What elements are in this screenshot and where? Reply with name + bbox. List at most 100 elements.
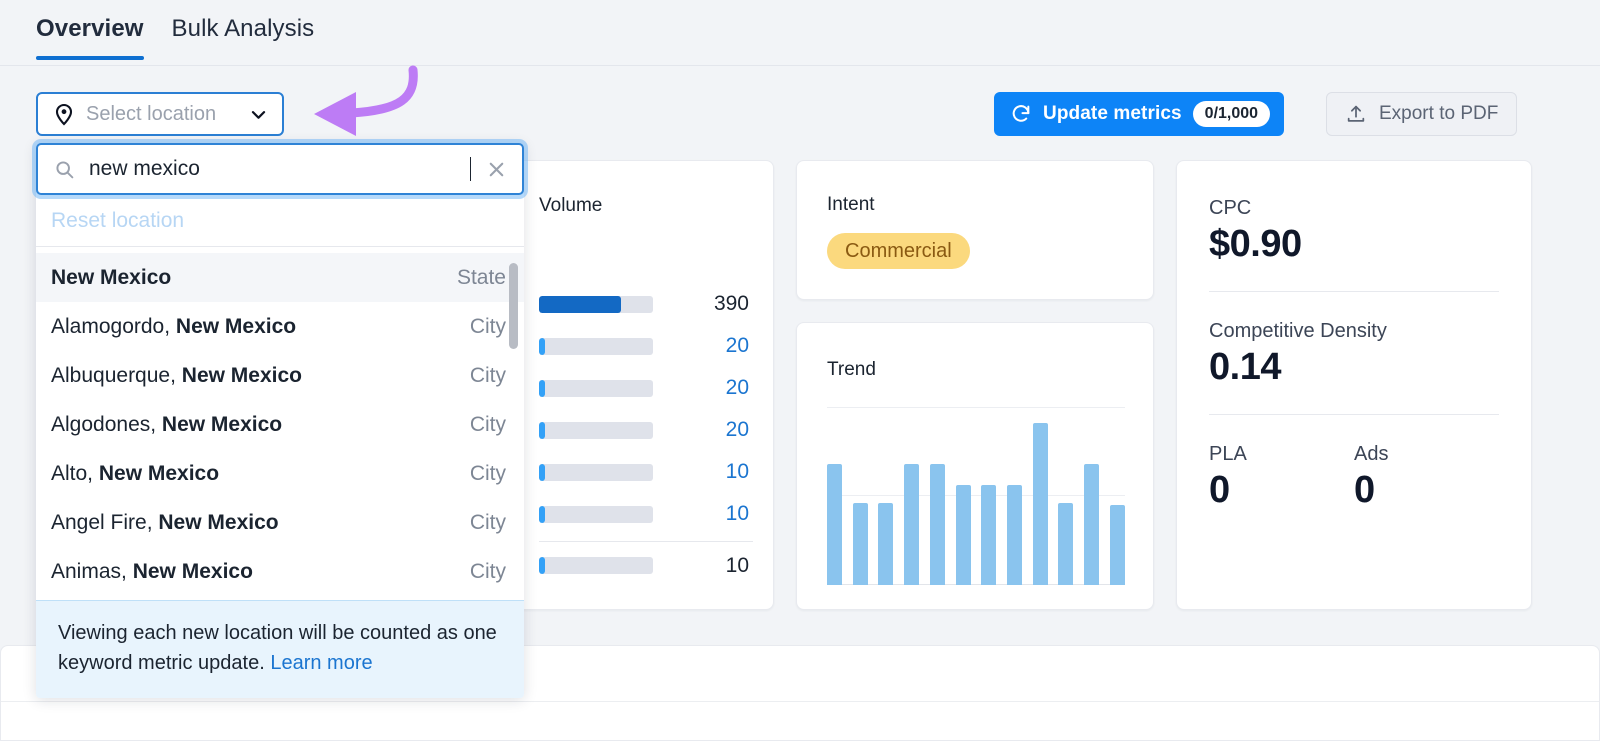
location-search-input[interactable] [89,157,467,181]
intent-card-title: Intent [827,194,875,215]
volume-row: 10 [539,493,753,535]
trend-bars [827,407,1125,585]
location-note: Viewing each new location will be counte… [36,600,524,698]
tab-bar: Overview Bulk Analysis [0,0,1600,66]
volume-bar-track [539,337,653,355]
select-location-button[interactable]: Select location [36,92,284,136]
intent-badge: Commercial [827,233,970,269]
volume-bar-track [539,295,653,313]
volume-value[interactable]: 10 [653,460,753,484]
trend-card-title: Trend [827,359,876,380]
location-list-item[interactable]: Albuquerque, New Mexico City [36,351,524,400]
location-type: City [469,510,506,534]
volume-value[interactable]: 20 [653,418,753,442]
location-list-item[interactable]: New Mexico State [36,253,524,302]
trend-bar-chart [827,407,1125,585]
reset-location-button[interactable]: Reset location [36,195,524,247]
volume-bar-fill [539,421,545,439]
volume-row: 20 [539,409,753,451]
text-cursor [469,157,471,181]
location-list-item[interactable]: Animas, New Mexico City [36,547,524,596]
volume-bar-track [539,505,653,523]
location-type: City [469,363,506,387]
refresh-icon [1010,103,1032,125]
location-type: City [469,314,506,338]
export-to-pdf-button[interactable]: Export to PDF [1326,92,1518,136]
volume-card: Volume 390 20 20 20 10 10 10 [512,160,774,610]
pla-label: PLA [1209,443,1247,465]
learn-more-link[interactable]: Learn more [270,652,372,674]
location-name: Alto, New Mexico [51,461,220,485]
cpc-label: CPC [1209,197,1252,219]
bottom-panel-divider [1,701,1599,702]
location-type: City [469,559,506,583]
trend-bar [955,485,971,585]
cpc-card-body: CPC $0.90 Competitive Density 0.14 PLA 0… [1209,195,1499,513]
intent-card: Intent Commercial [796,160,1154,300]
volume-value[interactable]: 10 [653,502,753,526]
volume-value[interactable]: 20 [653,376,753,400]
competitive-density-value: 0.14 [1209,346,1281,388]
update-metrics-label: Update metrics [1043,103,1182,124]
trend-bar [981,485,997,585]
volume-bar-fill [539,505,545,523]
location-list-item[interactable]: Alto, New Mexico City [36,449,524,498]
location-name: New Mexico [51,265,172,289]
volume-row-list: 390 20 20 20 10 10 10 [539,283,753,583]
location-list-item[interactable]: Angel Fire, New Mexico City [36,498,524,547]
trend-bar [1032,423,1048,585]
cpc-card: CPC $0.90 Competitive Density 0.14 PLA 0… [1176,160,1532,610]
volume-bar-track [539,379,653,397]
trend-bar [852,503,868,585]
volume-row: 20 [539,367,753,409]
cpc-value: $0.90 [1209,223,1302,265]
trend-bar [1109,504,1125,585]
update-metrics-button[interactable]: Update metrics 0/1,000 [994,92,1285,136]
location-list-item[interactable]: Algodones, New Mexico City [36,400,524,449]
trend-bar [827,463,842,585]
tab-list: Overview Bulk Analysis [36,14,314,60]
volume-value: 390 [713,292,749,315]
upload-icon [1345,103,1367,125]
location-list-item[interactable]: Alamogordo, New Mexico City [36,302,524,351]
volume-row: 20 [539,325,753,367]
tab-bulk-analysis[interactable]: Bulk Analysis [172,14,315,60]
trend-bar [929,463,945,585]
volume-row: 390 [539,283,753,325]
location-name: Alamogordo, New Mexico [51,314,297,338]
location-dropdown: Reset location New Mexico State Alamogordo… [36,143,524,698]
volume-bar-fill [539,337,545,355]
chevron-down-icon [249,105,268,124]
location-name: Animas, New Mexico [51,559,253,583]
map-pin-icon [52,102,76,126]
trend-bar [1084,463,1100,585]
location-list-scrollbar[interactable] [509,263,518,349]
volume-row: 10 [539,541,753,583]
volume-bar-track [539,421,653,439]
ads-value: 0 [1354,469,1375,511]
volume-bar-fill [539,295,622,313]
pla-value: 0 [1209,469,1230,511]
volume-value[interactable]: 20 [653,334,753,358]
volume-bar-track [539,463,653,481]
ads-label: Ads [1354,443,1389,465]
close-icon[interactable] [485,158,508,181]
volume-card-title: Volume [539,195,603,216]
trend-bar [878,503,894,585]
tab-overview[interactable]: Overview [36,14,144,60]
trend-bar [1058,503,1074,585]
volume-bar-fill [539,463,545,481]
trend-bar [1007,485,1023,585]
location-type: City [469,412,506,436]
competitive-density-label: Competitive Density [1209,320,1387,342]
location-name: Algodones, New Mexico [51,412,283,436]
volume-bar-fill [539,379,545,397]
volume-value: 10 [725,553,749,577]
trend-bar [904,463,920,585]
location-search-row [36,143,524,195]
volume-bar-track [539,557,653,574]
trend-card: Trend [796,322,1154,610]
location-name: Albuquerque, New Mexico [51,363,302,387]
export-to-pdf-label: Export to PDF [1379,103,1499,124]
curved-arrow-left-icon [300,58,470,150]
